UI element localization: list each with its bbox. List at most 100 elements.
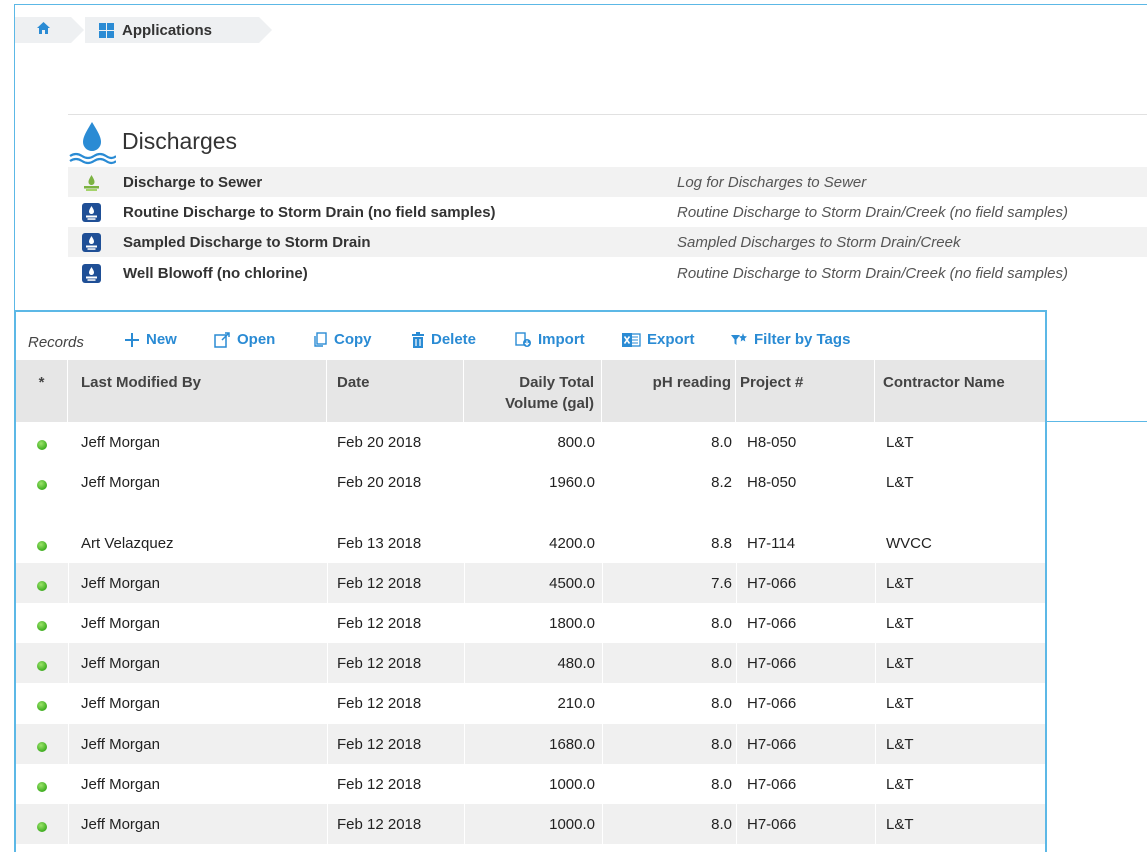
table-row[interactable]: Art Velazquez Feb 13 2018 4200.0 8.8 H7-114 W… (16, 523, 1045, 563)
cell-project: H8-050 (747, 434, 797, 451)
cell-contractor: L&T (886, 776, 914, 793)
app-name[interactable]: Well Blowoff (no chlorine) (123, 265, 308, 282)
status-indicator-icon (37, 621, 47, 631)
app-description: Sampled Discharges to Storm Drain/Creek (677, 233, 961, 251)
cell-modified-by: Art Velazquez (81, 535, 174, 552)
cell-contractor: L&T (886, 816, 914, 833)
column-divider (68, 422, 69, 852)
column-divider (327, 422, 328, 852)
delete-button[interactable]: Delete (411, 331, 476, 348)
column-divider (736, 422, 737, 852)
column-header-label: Contractor Name (883, 374, 1005, 391)
column-header-ph-reading[interactable]: pH reading (602, 360, 736, 422)
cell-ph: 8.0 (711, 776, 732, 793)
breadcrumb-applications-label: Applications (122, 21, 213, 39)
column-header-label: Last Modified By (81, 374, 202, 391)
table-row[interactable]: Jeff Morgan Feb 12 2018 480.0 8.0 H7-066 L&T (16, 643, 1045, 683)
breadcrumb-home[interactable] (15, 17, 71, 43)
app-name[interactable]: Sampled Discharge to Storm Drain (123, 234, 371, 251)
table-row[interactable]: Jeff Morgan Feb 12 2018 1800.0 8.0 H7-066 L&T (16, 603, 1045, 643)
cell-contractor: L&T (886, 736, 914, 753)
import-button[interactable]: Import (515, 331, 585, 348)
discharge-icon (82, 203, 101, 222)
copy-label: Copy (334, 331, 372, 348)
app-name[interactable]: Discharge to Sewer (123, 174, 262, 191)
group-title: Discharges (122, 128, 238, 154)
cell-volume: 210.0 (557, 695, 595, 712)
app-item-discharge-to-sewer[interactable]: Discharge to Sewer Log for Discharges to… (68, 167, 1147, 197)
cell-project: H7-066 (747, 776, 797, 793)
column-header-label: Daily Total (519, 374, 594, 391)
cell-contractor: L&T (886, 655, 914, 672)
table-row[interactable]: Jeff Morgan Feb 12 2018 210.0 8.0 H7-066 L&T (16, 683, 1045, 724)
app-name[interactable]: Routine Discharge to Storm Drain (no fie… (123, 204, 496, 221)
table-row[interactable]: Jeff Morgan Feb 12 2018 1000.0 8.0 H7-066 L&T (16, 764, 1045, 804)
home-icon (36, 21, 51, 39)
records-toolbar: Records New Open Copy Delete Import Expo… (16, 312, 1045, 360)
cell-date: Feb 12 2018 (337, 655, 422, 672)
cell-ph: 8.0 (711, 655, 732, 672)
plus-icon (124, 332, 140, 348)
status-indicator-icon (37, 822, 47, 832)
cell-volume: 1680.0 (549, 736, 595, 753)
cell-contractor: L&T (886, 695, 914, 712)
cell-volume: 480.0 (557, 655, 595, 672)
cell-date: Feb 12 2018 (337, 816, 422, 833)
cell-modified-by: Jeff Morgan (81, 615, 160, 632)
status-indicator-icon (37, 581, 47, 591)
discharge-icon (82, 264, 101, 283)
open-label: Open (237, 331, 276, 348)
cell-contractor: L&T (886, 474, 914, 491)
cell-modified-by: Jeff Morgan (81, 655, 160, 672)
table-row[interactable]: Jeff Morgan Feb 20 2018 1960.0 8.2 H8-050 L&T (16, 462, 1045, 523)
cell-contractor: L&T (886, 434, 914, 451)
import-label: Import (538, 331, 585, 348)
app-item-well-blowoff[interactable]: Well Blowoff (no chlorine) Routine Disch… (68, 258, 1147, 288)
open-button[interactable]: Open (214, 331, 275, 348)
table-row[interactable]: Jeff Morgan Feb 20 2018 800.0 8.0 H8-050 L&T (16, 422, 1045, 462)
cell-volume: 1000.0 (549, 816, 595, 833)
cell-project: H7-066 (747, 816, 797, 833)
column-header-last-modified-by[interactable]: Last Modified By (68, 360, 327, 422)
cell-date: Feb 13 2018 (337, 535, 422, 552)
open-icon (214, 331, 231, 348)
status-indicator-icon (37, 661, 47, 671)
cell-ph: 8.0 (711, 816, 732, 833)
column-header-contractor-name[interactable]: Contractor Name (875, 360, 1045, 422)
app-description: Routine Discharge to Storm Drain/Creek (… (677, 203, 1068, 221)
cell-modified-by: Jeff Morgan (81, 736, 160, 753)
column-header-project[interactable]: Project # (736, 360, 875, 422)
excel-icon (622, 332, 641, 348)
cell-date: Feb 12 2018 (337, 575, 422, 592)
status-indicator-icon (37, 742, 47, 752)
cell-date: Feb 12 2018 (337, 615, 422, 632)
breadcrumb-applications[interactable]: Applications (85, 17, 259, 43)
filter-by-tags-button[interactable]: Filter by Tags (730, 331, 850, 348)
table-row[interactable]: Jeff Morgan Feb 12 2018 1000.0 8.0 H7-066 L&T (16, 804, 1045, 844)
cell-date: Feb 12 2018 (337, 736, 422, 753)
column-header-status[interactable]: * (16, 360, 68, 422)
cell-date: Feb 20 2018 (337, 434, 422, 451)
table-row[interactable]: Jeff Morgan Feb 12 2018 4500.0 7.6 H7-066 L&T (16, 563, 1045, 603)
cell-ph: 8.0 (711, 434, 732, 451)
cell-volume: 1960.0 (549, 474, 595, 491)
cell-project: H7-066 (747, 575, 797, 592)
cell-modified-by: Jeff Morgan (81, 695, 160, 712)
app-item-routine-discharge[interactable]: Routine Discharge to Storm Drain (no fie… (68, 197, 1147, 227)
app-item-sampled-discharge[interactable]: Sampled Discharge to Storm Drain Sampled… (68, 227, 1147, 257)
import-icon (515, 331, 532, 348)
copy-button[interactable]: Copy (313, 331, 372, 348)
cell-volume: 800.0 (557, 434, 595, 451)
export-button[interactable]: Export (622, 331, 695, 348)
column-divider (464, 422, 465, 852)
cell-modified-by: Jeff Morgan (81, 776, 160, 793)
column-header-date[interactable]: Date (327, 360, 464, 422)
cell-ph: 8.2 (711, 474, 732, 491)
new-button[interactable]: New (124, 331, 177, 348)
cell-volume: 4200.0 (549, 535, 595, 552)
column-header-daily-total-volume[interactable]: Daily Total Volume (gal) (464, 360, 602, 422)
records-panel: Records New Open Copy Delete Import Expo… (14, 310, 1047, 852)
column-header-label: pH reading (652, 374, 731, 391)
cell-volume: 1000.0 (549, 776, 595, 793)
table-row[interactable]: Jeff Morgan Feb 12 2018 1680.0 8.0 H7-066 L&T (16, 724, 1045, 764)
